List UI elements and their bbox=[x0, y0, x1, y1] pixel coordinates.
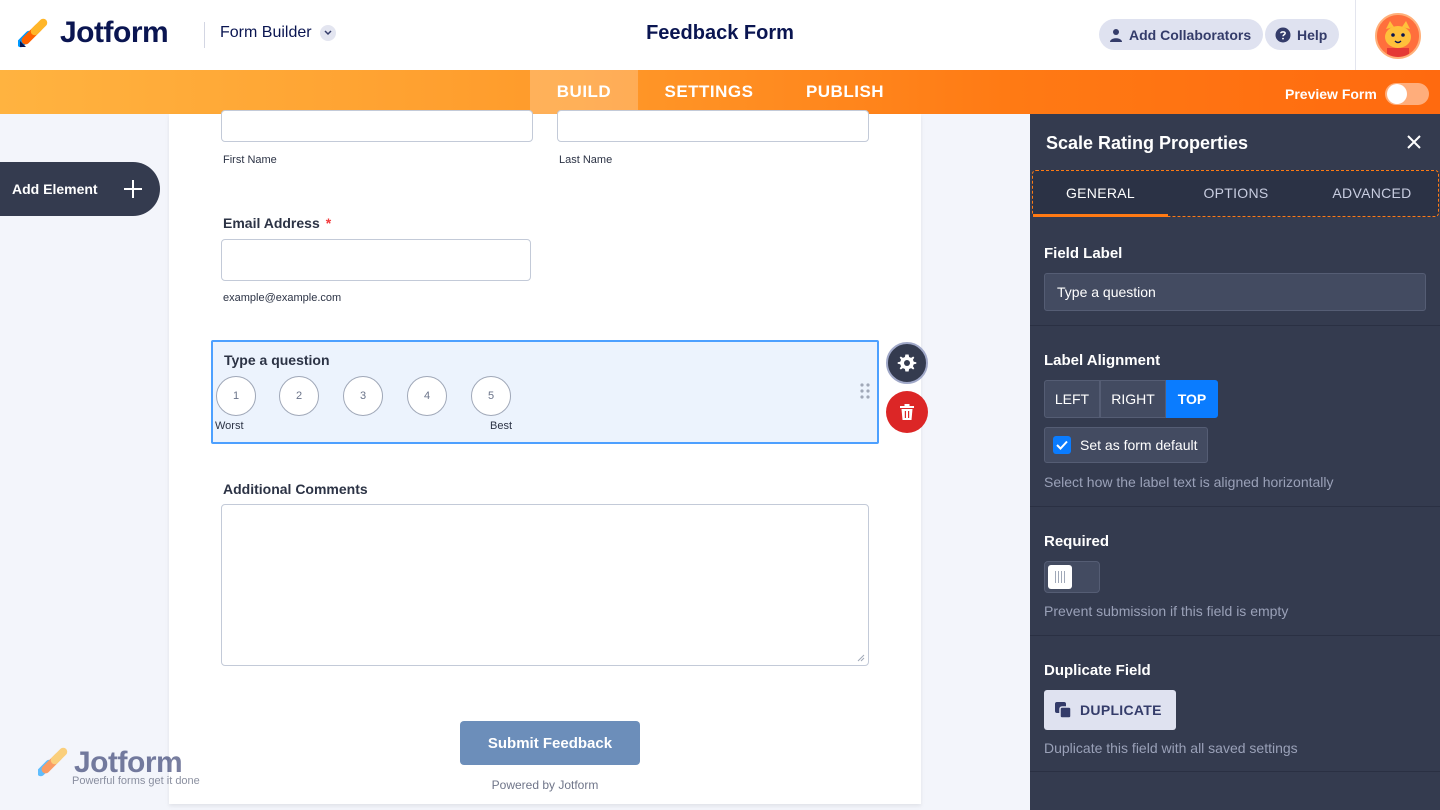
tab-publish[interactable]: PUBLISH bbox=[796, 70, 894, 114]
help-button[interactable]: Help bbox=[1265, 19, 1340, 50]
field-label-title: Field Label bbox=[1044, 245, 1123, 262]
avatar[interactable] bbox=[1375, 13, 1421, 59]
comments-textarea[interactable] bbox=[221, 504, 869, 666]
last-name-sublabel: Last Name bbox=[559, 154, 613, 166]
tab-general[interactable]: GENERAL bbox=[1033, 171, 1168, 215]
first-name-sublabel: First Name bbox=[223, 154, 277, 166]
first-name-input[interactable] bbox=[221, 110, 533, 142]
set-form-default-label: Set as form default bbox=[1080, 437, 1198, 453]
tab-build[interactable]: BUILD bbox=[530, 70, 638, 114]
alignment-button-group: LEFT RIGHT TOP bbox=[1044, 380, 1218, 418]
align-left-button[interactable]: LEFT bbox=[1044, 380, 1100, 418]
top-bar: Jotform Form Builder Feedback Form Add C… bbox=[0, 0, 1440, 70]
add-element-button[interactable]: Add Element bbox=[0, 162, 160, 216]
logo-text: Jotform bbox=[60, 16, 169, 49]
tab-settings[interactable]: SETTINGS bbox=[650, 70, 768, 114]
chevron-down-icon bbox=[319, 25, 336, 41]
header-divider bbox=[204, 22, 205, 48]
scale-option-3[interactable]: 3 bbox=[343, 376, 383, 416]
scale-high-label: Best bbox=[490, 420, 513, 432]
add-collaborators-button[interactable]: Add Collaborators bbox=[1099, 19, 1264, 50]
align-top-button[interactable]: TOP bbox=[1166, 380, 1218, 418]
panel-tabs: GENERAL OPTIONS ADVANCED bbox=[1032, 170, 1439, 217]
required-title: Required bbox=[1044, 533, 1110, 550]
form-title[interactable]: Feedback Form bbox=[646, 22, 794, 44]
jotform-logo-icon bbox=[18, 18, 48, 48]
form-canvas: First Name Last Name Email Address * exam… bbox=[169, 110, 921, 804]
scale-rating-field[interactable]: Type a question 1 2 3 4 5 Worst Best bbox=[211, 340, 879, 444]
duplicate-icon bbox=[1055, 702, 1072, 719]
checkmark-icon bbox=[1053, 436, 1071, 454]
jotform-logo[interactable]: Jotform bbox=[18, 16, 169, 50]
last-name-input[interactable] bbox=[557, 110, 869, 142]
delete-field-button[interactable] bbox=[886, 391, 928, 433]
form-builder-label: Form Builder bbox=[220, 24, 312, 41]
jotform-watermark-icon bbox=[38, 747, 68, 777]
submit-feedback-button[interactable]: Submit Feedback bbox=[460, 721, 640, 765]
user-icon bbox=[1110, 28, 1122, 42]
required-help-text: Prevent submission if this field is empt… bbox=[1044, 603, 1289, 619]
duplicate-help-text: Duplicate this field with all saved sett… bbox=[1044, 740, 1298, 756]
scale-low-label: Worst bbox=[215, 420, 244, 432]
alignment-help-text: Select how the label text is aligned hor… bbox=[1044, 474, 1334, 490]
required-toggle-knob bbox=[1048, 565, 1072, 589]
preview-switch[interactable] bbox=[1384, 83, 1429, 105]
required-toggle[interactable] bbox=[1044, 561, 1100, 593]
cat-avatar-icon bbox=[1377, 15, 1419, 57]
duplicate-title: Duplicate Field bbox=[1044, 662, 1151, 679]
scale-option-2[interactable]: 2 bbox=[279, 376, 319, 416]
email-input[interactable] bbox=[221, 239, 531, 281]
email-label[interactable]: Email Address * bbox=[223, 215, 331, 231]
add-element-label: Add Element bbox=[12, 181, 98, 197]
duplicate-button[interactable]: DUPLICATE bbox=[1044, 690, 1176, 730]
plus-icon bbox=[124, 180, 142, 198]
field-settings-button[interactable] bbox=[886, 342, 928, 384]
email-sublabel: example@example.com bbox=[223, 292, 342, 304]
drag-handle-icon[interactable] bbox=[859, 382, 871, 400]
gear-icon bbox=[897, 354, 917, 372]
watermark-tagline: Powerful forms get it done bbox=[72, 775, 200, 787]
powered-by-text: Powered by Jotform bbox=[491, 778, 599, 792]
scale-question-label[interactable]: Type a question bbox=[224, 352, 330, 368]
duplicate-button-label: DUPLICATE bbox=[1080, 702, 1162, 718]
properties-panel: Scale Rating Properties GENERAL OPTIONS … bbox=[1030, 114, 1440, 810]
scale-option-4[interactable]: 4 bbox=[407, 376, 447, 416]
required-star: * bbox=[325, 215, 332, 231]
form-builder-dropdown[interactable]: Form Builder bbox=[220, 24, 336, 42]
tab-advanced[interactable]: ADVANCED bbox=[1304, 171, 1440, 215]
field-label-input[interactable]: Type a question bbox=[1044, 273, 1426, 311]
active-tab-indicator bbox=[1033, 214, 1168, 217]
resize-grip-icon[interactable] bbox=[857, 654, 865, 662]
help-label: Help bbox=[1297, 26, 1328, 43]
preview-form-label: Preview Form bbox=[1285, 86, 1377, 102]
scale-option-5[interactable]: 5 bbox=[471, 376, 511, 416]
label-alignment-title: Label Alignment bbox=[1044, 352, 1161, 369]
comments-label[interactable]: Additional Comments bbox=[223, 481, 368, 497]
tab-options[interactable]: OPTIONS bbox=[1168, 171, 1304, 215]
preview-form-toggle[interactable]: Preview Form bbox=[1285, 83, 1429, 105]
header-separator bbox=[1355, 0, 1356, 70]
email-label-text: Email Address bbox=[223, 215, 320, 231]
panel-title: Scale Rating Properties bbox=[1046, 133, 1249, 153]
builder-navbar: BUILD SETTINGS PUBLISH bbox=[0, 70, 1440, 114]
add-collaborators-label: Add Collaborators bbox=[1129, 26, 1252, 43]
close-icon[interactable] bbox=[1406, 134, 1422, 150]
set-form-default-checkbox[interactable]: Set as form default bbox=[1044, 427, 1208, 463]
scale-option-1[interactable]: 1 bbox=[216, 376, 256, 416]
align-right-button[interactable]: RIGHT bbox=[1100, 380, 1166, 418]
question-icon bbox=[1275, 27, 1291, 42]
trash-icon bbox=[900, 404, 914, 420]
